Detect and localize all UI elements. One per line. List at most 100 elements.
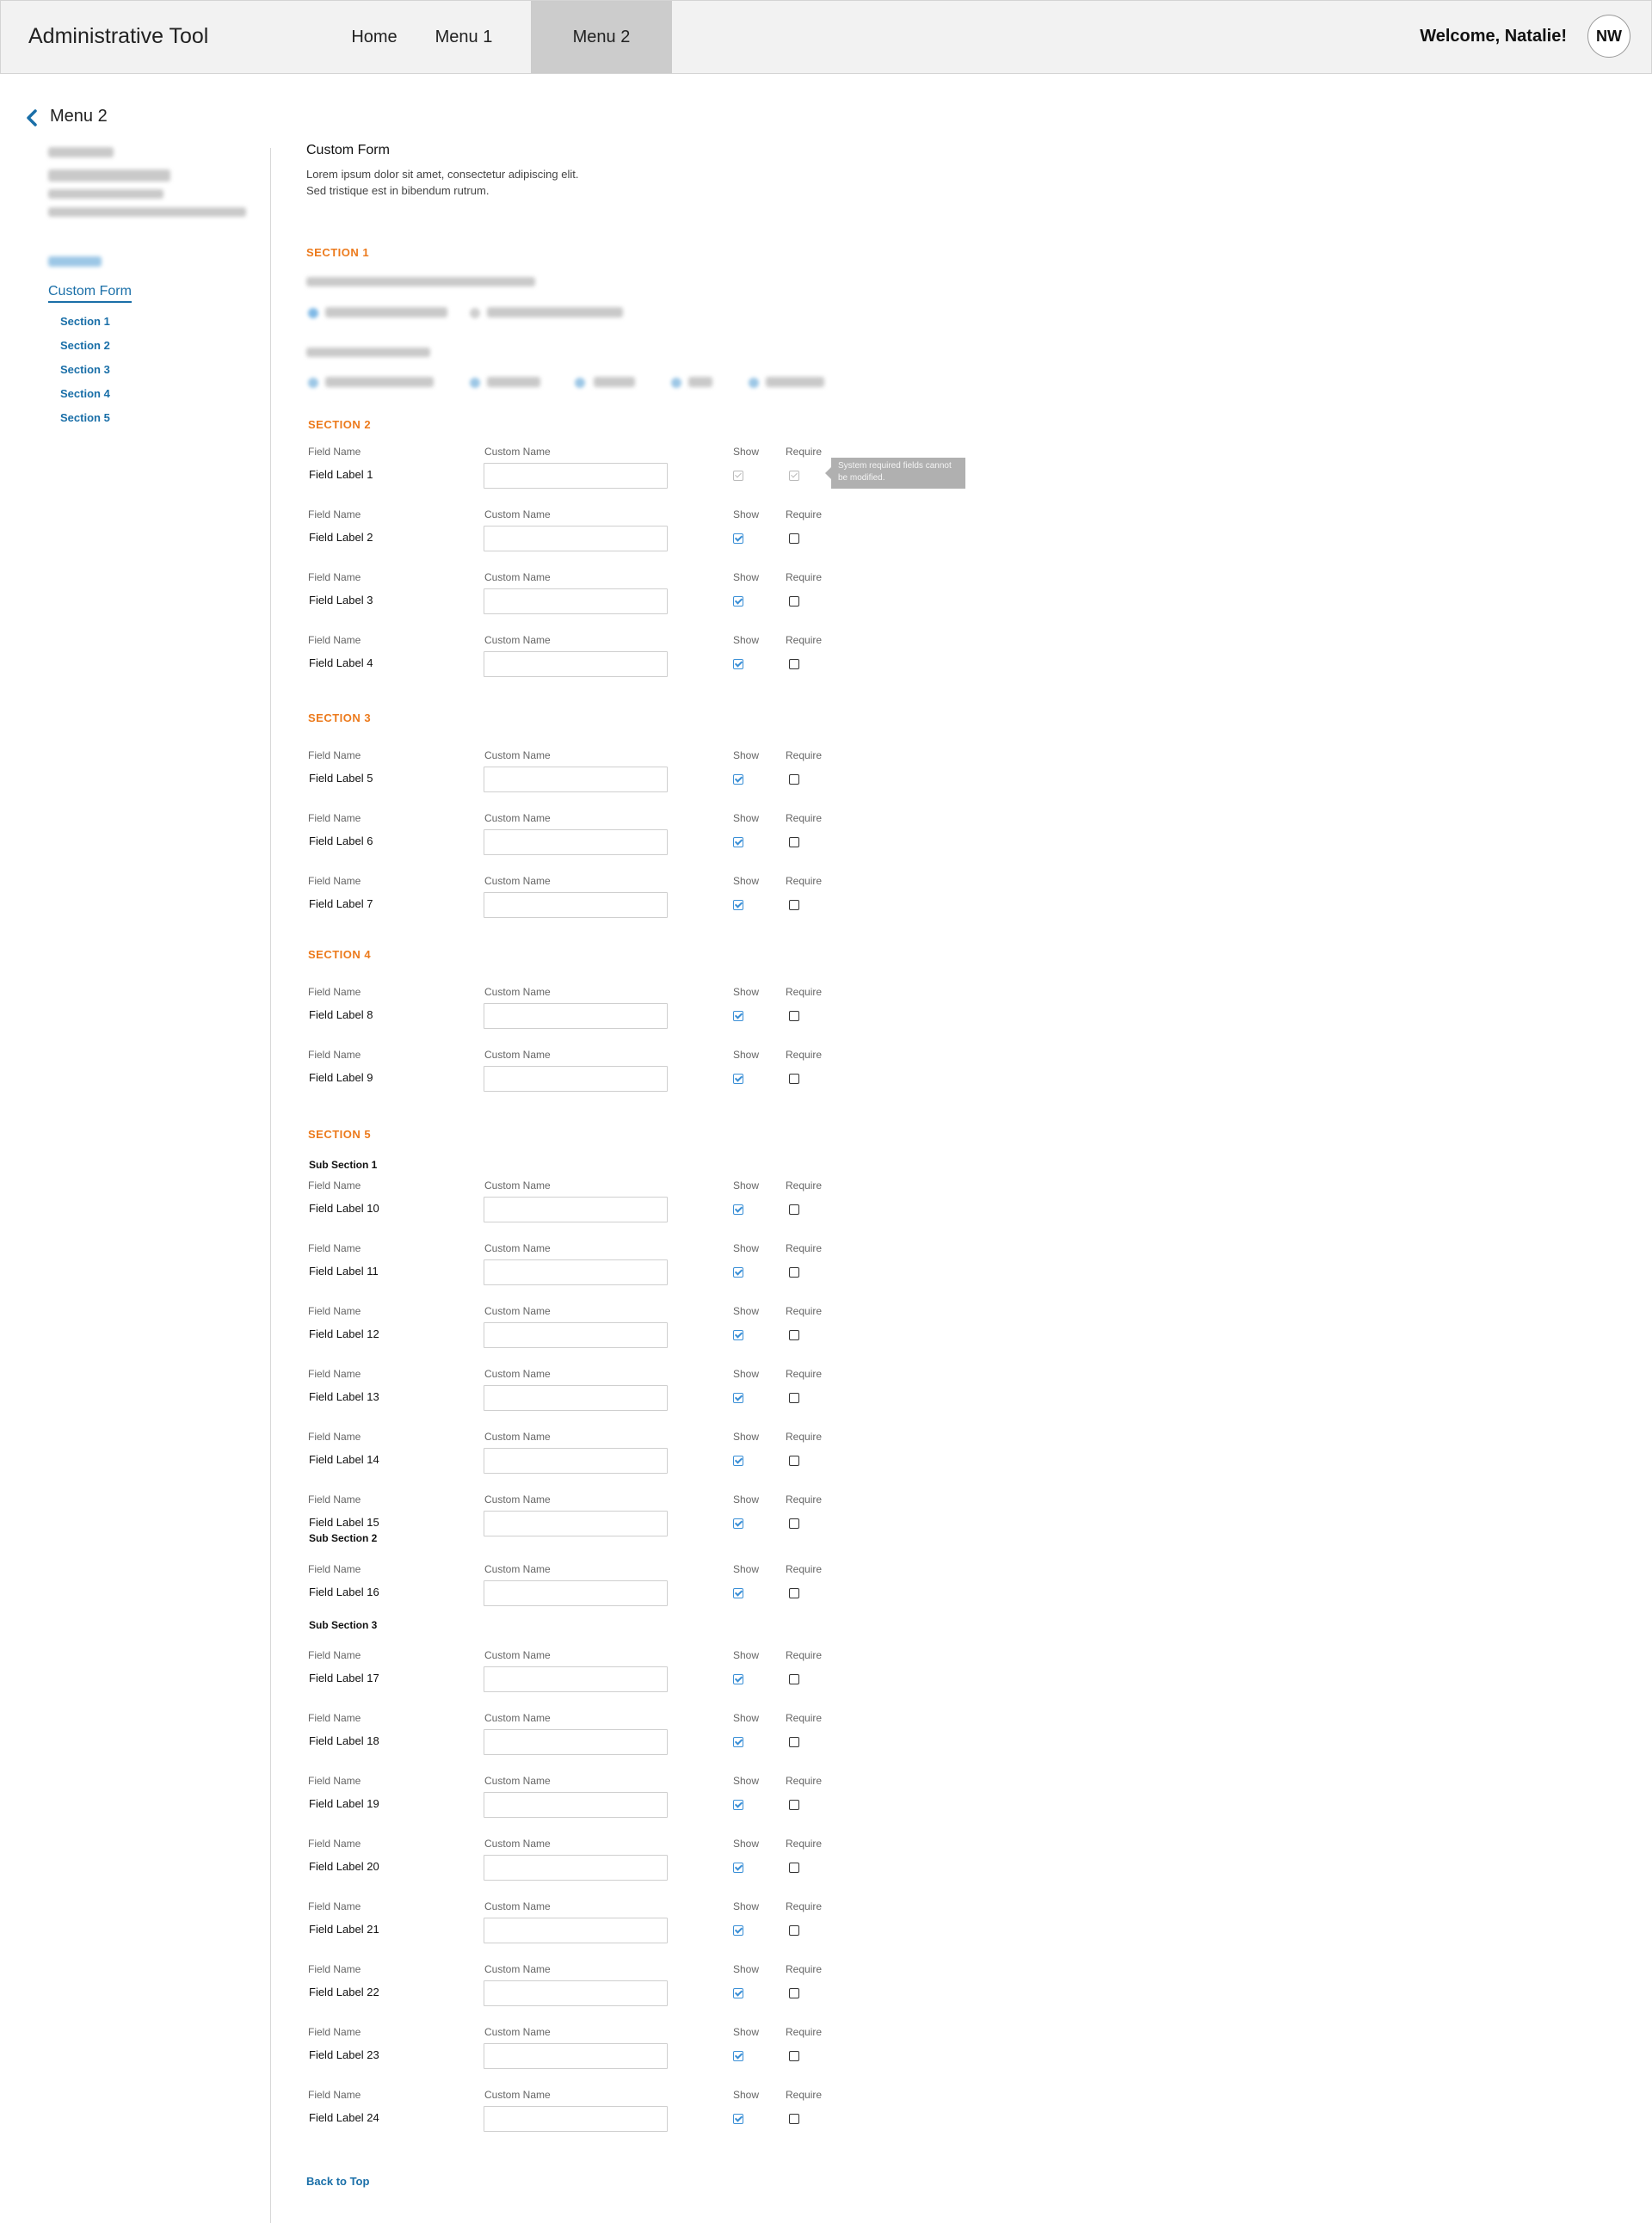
custom-name-input[interactable]: [484, 1855, 668, 1881]
custom-name-input[interactable]: [484, 1792, 668, 1818]
show-checkbox[interactable]: [733, 659, 743, 669]
require-label: Require: [786, 1179, 823, 1192]
custom-name-input[interactable]: [484, 1918, 668, 1943]
require-checkbox[interactable]: [789, 659, 799, 669]
require-checkbox[interactable]: [789, 2114, 799, 2124]
custom-name-input[interactable]: [484, 1259, 668, 1285]
show-checkbox[interactable]: [733, 1518, 743, 1529]
require-checkbox[interactable]: [789, 533, 799, 544]
require-checkbox[interactable]: [789, 1518, 799, 1529]
custom-name-input[interactable]: [484, 829, 668, 855]
field-name-label: Field Name: [308, 1242, 361, 1254]
sidebar-link-section-5[interactable]: Section 5: [60, 411, 110, 424]
show-label: Show: [733, 1900, 760, 1912]
require-label: Require: [786, 1712, 823, 1724]
show-checkbox[interactable]: [733, 1988, 743, 1998]
show-checkbox[interactable]: [733, 1674, 743, 1684]
require-checkbox[interactable]: [789, 900, 799, 910]
custom-name-input[interactable]: [484, 767, 668, 792]
show-checkbox[interactable]: [733, 1267, 743, 1278]
custom-name-input[interactable]: [484, 1322, 668, 1348]
section-1-header: SECTION 1: [306, 246, 370, 259]
custom-name-input[interactable]: [484, 2106, 668, 2132]
custom-name-input[interactable]: [484, 1066, 668, 1092]
custom-name-input[interactable]: [484, 1003, 668, 1029]
show-checkbox[interactable]: [733, 1204, 743, 1215]
custom-name-input[interactable]: [484, 2043, 668, 2069]
nav-menu-2[interactable]: Menu 2: [531, 1, 672, 73]
show-checkbox[interactable]: [733, 1737, 743, 1747]
avatar[interactable]: NW: [1587, 15, 1630, 58]
require-checkbox[interactable]: [789, 1674, 799, 1684]
show-checkbox[interactable]: [733, 1456, 743, 1466]
custom-name-label: Custom Name: [484, 2089, 551, 2101]
custom-name-input[interactable]: [484, 1385, 668, 1411]
section-3-header: SECTION 3: [308, 711, 372, 724]
require-checkbox[interactable]: [789, 1800, 799, 1810]
require-checkbox[interactable]: [789, 1204, 799, 1215]
back-to-top-link[interactable]: Back to Top: [306, 2175, 369, 2188]
sidebar-link-section-4[interactable]: Section 4: [60, 387, 110, 400]
show-checkbox[interactable]: [733, 1330, 743, 1340]
require-checkbox[interactable]: [789, 596, 799, 607]
require-checkbox[interactable]: [789, 837, 799, 847]
require-checkbox[interactable]: [789, 1988, 799, 1998]
show-checkbox[interactable]: [733, 596, 743, 607]
field-label-value: Field Label 23: [309, 2048, 379, 2061]
custom-name-input[interactable]: [484, 526, 668, 551]
sidebar-link-section-2[interactable]: Section 2: [60, 339, 110, 352]
require-label: Require: [786, 2089, 823, 2101]
custom-name-input[interactable]: [484, 1448, 668, 1474]
sidebar-link-section-3[interactable]: Section 3: [60, 363, 110, 376]
require-checkbox[interactable]: [789, 1330, 799, 1340]
require-checkbox[interactable]: [789, 1393, 799, 1403]
show-checkbox[interactable]: [733, 1588, 743, 1598]
custom-name-input[interactable]: [484, 1197, 668, 1222]
show-label: Show: [733, 1431, 760, 1443]
show-checkbox[interactable]: [733, 900, 743, 910]
show-label: Show: [733, 986, 760, 998]
require-checkbox[interactable]: [789, 774, 799, 785]
require-checkbox[interactable]: [789, 2051, 799, 2061]
show-checkbox[interactable]: [733, 2114, 743, 2124]
show-checkbox[interactable]: [733, 1011, 743, 1021]
custom-name-input[interactable]: [484, 1980, 668, 2006]
show-checkbox[interactable]: [733, 533, 743, 544]
require-checkbox[interactable]: [789, 1863, 799, 1873]
show-checkbox[interactable]: [733, 1393, 743, 1403]
show-checkbox[interactable]: [733, 1863, 743, 1873]
show-checkbox[interactable]: [733, 837, 743, 847]
require-label: Require: [786, 986, 823, 998]
require-checkbox[interactable]: [789, 1074, 799, 1084]
require-checkbox[interactable]: [789, 1011, 799, 1021]
require-label: Require: [786, 1838, 823, 1850]
field-name-label: Field Name: [308, 1368, 361, 1380]
custom-name-input[interactable]: [484, 651, 668, 677]
nav-menu-1[interactable]: Menu 1: [421, 1, 507, 73]
custom-name-input[interactable]: [484, 1511, 668, 1536]
sidebar-link-section-1[interactable]: Section 1: [60, 315, 110, 328]
custom-name-input[interactable]: [484, 1729, 668, 1755]
require-label: Require: [786, 1368, 823, 1380]
nav-home[interactable]: Home: [328, 1, 421, 73]
show-checkbox[interactable]: [733, 774, 743, 785]
show-checkbox[interactable]: [733, 1925, 743, 1936]
custom-name-input[interactable]: [484, 1666, 668, 1692]
custom-name-input[interactable]: [484, 1580, 668, 1606]
custom-name-input[interactable]: [484, 892, 668, 918]
custom-name-input[interactable]: [484, 588, 668, 614]
custom-name-input[interactable]: [484, 463, 668, 489]
require-checkbox[interactable]: [789, 1737, 799, 1747]
sidebar-item-custom-form[interactable]: Custom Form: [48, 284, 132, 303]
require-checkbox[interactable]: [789, 1456, 799, 1466]
field-label-value: Field Label 4: [309, 656, 373, 669]
custom-name-label: Custom Name: [484, 986, 551, 998]
custom-name-label: Custom Name: [484, 1368, 551, 1380]
require-checkbox[interactable]: [789, 1267, 799, 1278]
require-checkbox[interactable]: [789, 1925, 799, 1936]
field-name-label: Field Name: [308, 749, 361, 761]
show-checkbox[interactable]: [733, 1074, 743, 1084]
show-checkbox[interactable]: [733, 1800, 743, 1810]
show-checkbox[interactable]: [733, 2051, 743, 2061]
require-checkbox[interactable]: [789, 1588, 799, 1598]
